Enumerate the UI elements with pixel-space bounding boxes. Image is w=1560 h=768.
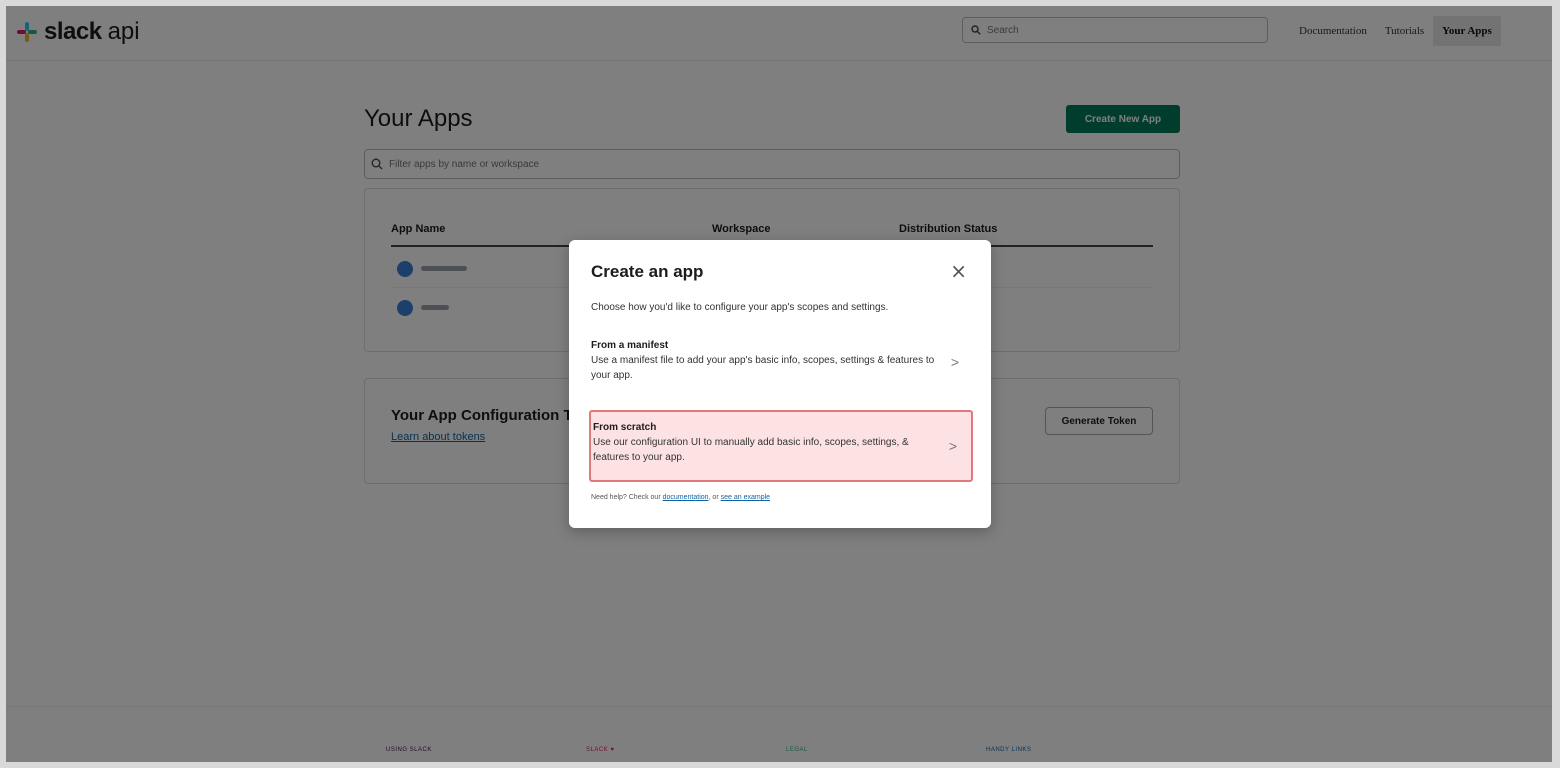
- help-separator: , or: [708, 494, 719, 501]
- option-from-scratch[interactable]: From scratch Use our configuration UI to…: [589, 410, 973, 482]
- create-app-modal: Create an app × Choose how you'd like to…: [569, 240, 991, 528]
- modal-description: Choose how you'd like to configure your …: [591, 302, 889, 313]
- page-frame: slack api Documentation Tutorials Your A…: [6, 6, 1552, 762]
- option-title: From scratch: [593, 422, 657, 433]
- documentation-link[interactable]: documentation: [663, 494, 709, 501]
- chevron-right-icon: >: [950, 353, 959, 370]
- option-description: Use a manifest file to add your app's ba…: [591, 355, 935, 381]
- see-an-example-link[interactable]: see an example: [721, 494, 770, 501]
- close-icon[interactable]: ×: [944, 260, 973, 282]
- chevron-right-icon: >: [948, 438, 957, 454]
- help-prefix: Need help? Check our: [591, 494, 661, 501]
- option-description: Use our configuration UI to manually add…: [593, 437, 909, 463]
- modal-title: Create an app: [591, 262, 704, 281]
- option-from-manifest[interactable]: From a manifest Use a manifest file to a…: [589, 336, 973, 387]
- option-title: From a manifest: [591, 340, 669, 351]
- help-text: Need help? Check our documentation, or s…: [591, 494, 770, 501]
